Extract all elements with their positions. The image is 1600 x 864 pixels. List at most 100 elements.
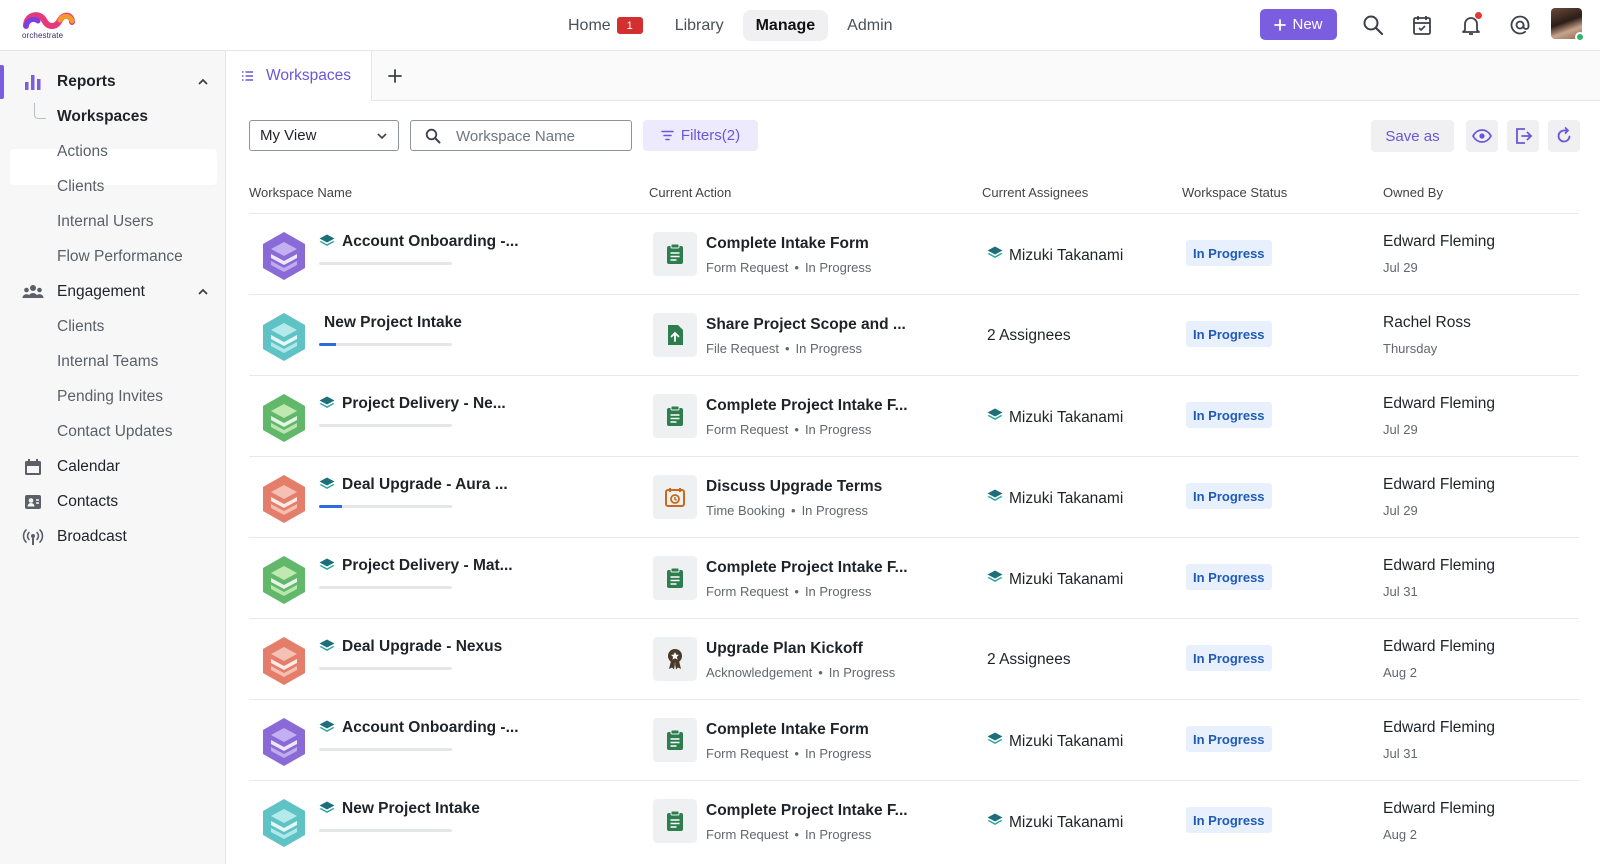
- current-assignees[interactable]: 2 Assignees: [987, 651, 1071, 669]
- sidebar-item-label: Actions: [57, 143, 108, 160]
- separator-dot: •: [818, 665, 823, 680]
- current-action-title[interactable]: Complete Project Intake F...: [706, 397, 908, 415]
- new-button[interactable]: New: [1260, 9, 1337, 40]
- workspace-name[interactable]: Deal Upgrade - Nexus: [342, 638, 502, 656]
- view-select[interactable]: My View: [249, 120, 399, 151]
- sidebar-item-internal-users[interactable]: Internal Users: [0, 205, 226, 239]
- current-action-title[interactable]: Complete Intake Form: [706, 721, 869, 739]
- export-button[interactable]: [1507, 120, 1539, 152]
- action-type: Time Booking: [706, 503, 785, 518]
- sidebar-section-engagement[interactable]: Engagement: [0, 275, 226, 309]
- clipboard-icon: [653, 799, 697, 843]
- file-upload-icon: [653, 313, 697, 357]
- chevron-up-icon[interactable]: [196, 75, 210, 89]
- table-row[interactable]: Account Onboarding -... Complete Intake F…: [249, 699, 1579, 780]
- sidebar-item-contact-updates[interactable]: Contact Updates: [0, 415, 226, 449]
- orchestrate-logo[interactable]: orchestrate: [22, 10, 78, 40]
- action-type: Form Request: [706, 422, 789, 437]
- nav-admin-label: Admin: [847, 16, 893, 34]
- owner-date: Jul 31: [1383, 584, 1418, 599]
- sidebar-item-internal-teams[interactable]: Internal Teams: [0, 345, 226, 379]
- table-row[interactable]: Deal Upgrade - Nexus Upgrade Plan Kickoff…: [249, 618, 1579, 699]
- current-assignees[interactable]: Mizuki Takanami: [987, 408, 1123, 427]
- sidebar-item-engagement-clients[interactable]: Clients: [0, 310, 226, 344]
- workspace-progress-bar: [319, 505, 452, 508]
- sidebar-section-calendar[interactable]: Calendar: [0, 450, 226, 484]
- sidebar-item-pending-invites[interactable]: Pending Invites: [0, 380, 226, 414]
- table-row[interactable]: Deal Upgrade - Aura ... Discuss Upgrade T…: [249, 456, 1579, 537]
- mentions-button[interactable]: [1507, 12, 1533, 38]
- workspace-name[interactable]: Project Delivery - Mat...: [342, 557, 513, 575]
- sidebar-item-flow-performance[interactable]: Flow Performance: [0, 240, 226, 274]
- assignee-layers-icon: [987, 246, 1003, 265]
- current-assignees[interactable]: Mizuki Takanami: [987, 246, 1123, 265]
- nav-home[interactable]: Home 1: [555, 10, 656, 41]
- column-header-workspace-status[interactable]: Workspace Status: [1182, 185, 1287, 200]
- current-action-title[interactable]: Complete Intake Form: [706, 235, 869, 253]
- chevron-up-icon[interactable]: [196, 285, 210, 299]
- current-assignees[interactable]: 2 Assignees: [987, 327, 1071, 345]
- workspace-progress-bar: [319, 586, 452, 589]
- sidebar-section-broadcast[interactable]: Broadcast: [0, 520, 226, 554]
- tasks-calendar-button[interactable]: [1409, 12, 1435, 38]
- owner-name: Edward Fleming: [1383, 557, 1495, 574]
- search-button[interactable]: [1360, 12, 1386, 38]
- current-assignees[interactable]: Mizuki Takanami: [987, 813, 1123, 832]
- action-status: In Progress: [804, 422, 872, 437]
- sidebar-item-label: Contact Updates: [57, 423, 173, 440]
- filters-button[interactable]: Filters(2): [643, 120, 758, 151]
- current-action-title[interactable]: Share Project Scope and ...: [706, 316, 906, 334]
- table-row[interactable]: Project Delivery - Ne... Complete Project…: [249, 375, 1579, 456]
- workspace-name[interactable]: New Project Intake: [324, 314, 462, 332]
- sidebar-item-clients[interactable]: Clients: [0, 170, 226, 204]
- column-header-current-action[interactable]: Current Action: [649, 185, 731, 200]
- column-header-current-assignees[interactable]: Current Assignees: [982, 185, 1088, 200]
- workspace-search[interactable]: [410, 120, 632, 151]
- workspace-name[interactable]: New Project Intake: [342, 800, 480, 818]
- workspace-hexagon-icon: [261, 231, 307, 281]
- visibility-button[interactable]: [1466, 120, 1498, 152]
- assignee-name: Mizuki Takanami: [1009, 246, 1124, 264]
- avatar[interactable]: [1551, 8, 1585, 42]
- tab-workspaces[interactable]: Workspaces: [227, 51, 372, 101]
- add-tab-button[interactable]: [382, 63, 408, 89]
- bar-chart-icon: [22, 71, 44, 93]
- current-action-title[interactable]: Upgrade Plan Kickoff: [706, 640, 863, 658]
- search-input[interactable]: [456, 126, 621, 146]
- sidebar-section-reports[interactable]: Reports: [0, 65, 226, 99]
- action-status: In Progress: [804, 584, 872, 599]
- action-status: In Progress: [804, 827, 872, 842]
- workspace-layers-icon: [319, 801, 335, 820]
- table-row[interactable]: New Project Intake Share Project Scope an…: [249, 294, 1579, 375]
- eye-icon: [1472, 129, 1492, 143]
- current-action-title[interactable]: Discuss Upgrade Terms: [706, 478, 882, 496]
- tab-label: Workspaces: [266, 67, 351, 84]
- sidebar-item-actions[interactable]: Actions: [0, 135, 226, 169]
- sidebar-section-contacts[interactable]: Contacts: [0, 485, 226, 519]
- column-header-owned-by[interactable]: Owned By: [1383, 185, 1443, 200]
- logo-text: orchestrate: [22, 31, 64, 40]
- current-action-title[interactable]: Complete Project Intake F...: [706, 802, 908, 820]
- table-row[interactable]: Project Delivery - Mat... Complete Projec…: [249, 537, 1579, 618]
- sidebar-item-workspaces[interactable]: Workspaces: [0, 100, 226, 134]
- workspace-name[interactable]: Account Onboarding -...: [342, 233, 519, 251]
- column-header-workspace-name[interactable]: Workspace Name: [249, 185, 352, 200]
- current-assignees[interactable]: Mizuki Takanami: [987, 570, 1123, 589]
- owner-date: Jul 31: [1383, 746, 1418, 761]
- current-action-title[interactable]: Complete Project Intake F...: [706, 559, 908, 577]
- refresh-button[interactable]: [1548, 120, 1580, 152]
- notifications-button[interactable]: [1458, 12, 1484, 38]
- workspace-name[interactable]: Project Delivery - Ne...: [342, 395, 506, 413]
- nav-manage[interactable]: Manage: [742, 10, 829, 41]
- owner-name: Edward Fleming: [1383, 233, 1495, 250]
- table-row[interactable]: Account Onboarding -... Complete Intake F…: [249, 213, 1579, 294]
- workspace-name[interactable]: Deal Upgrade - Aura ...: [342, 476, 508, 494]
- save-as-button[interactable]: Save as: [1371, 120, 1454, 152]
- table-row[interactable]: New Project Intake Complete Project Intak…: [249, 780, 1579, 861]
- current-assignees[interactable]: Mizuki Takanami: [987, 732, 1123, 751]
- current-assignees[interactable]: Mizuki Takanami: [987, 489, 1123, 508]
- nav-admin[interactable]: Admin: [834, 10, 905, 41]
- workspace-name[interactable]: Account Onboarding -...: [342, 719, 519, 737]
- nav-library[interactable]: Library: [662, 10, 737, 41]
- status-badge: In Progress: [1186, 402, 1272, 428]
